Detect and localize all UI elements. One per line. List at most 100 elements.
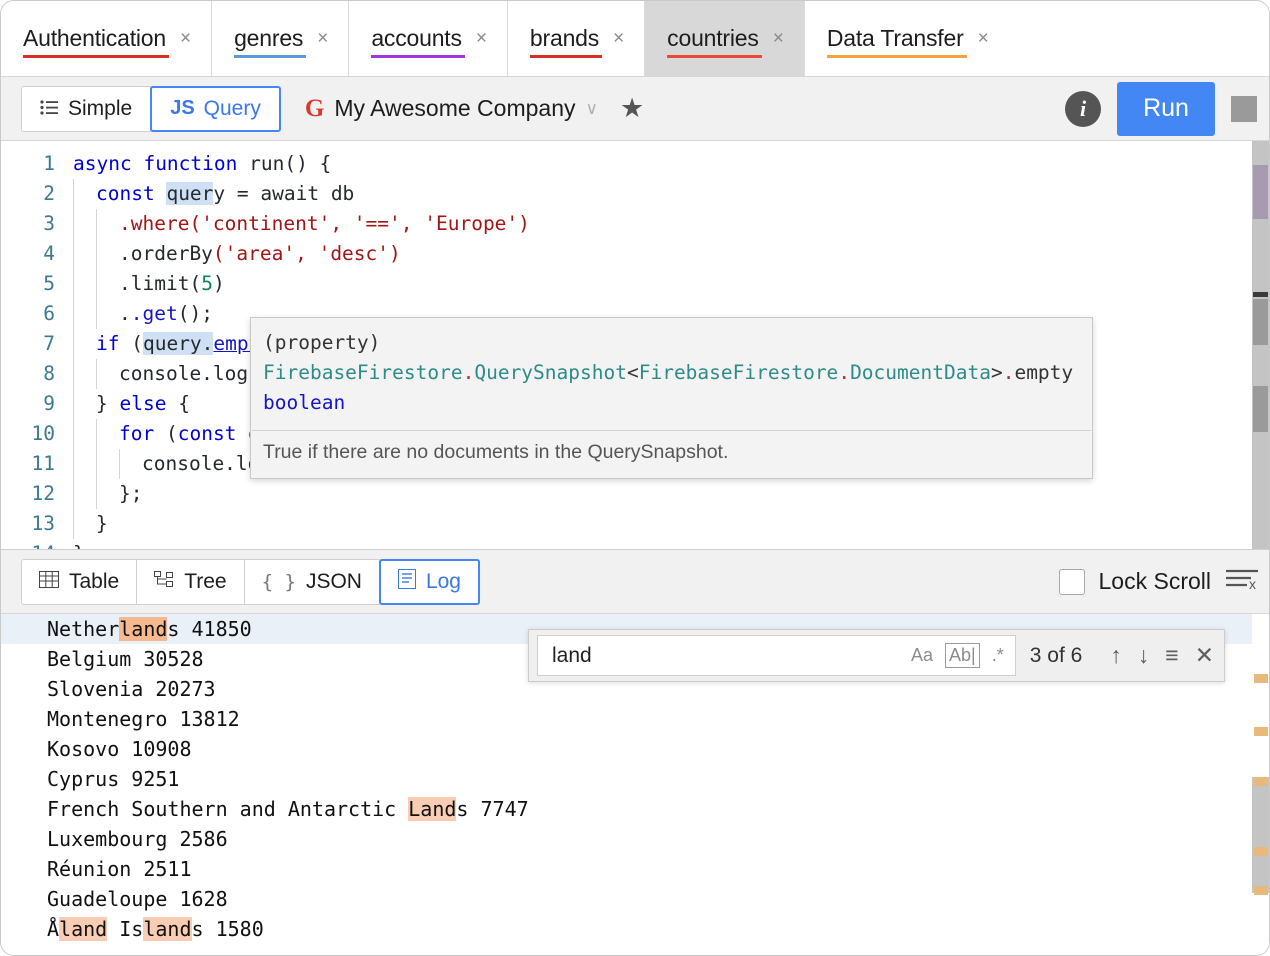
tooltip-token: empty xyxy=(1014,361,1074,384)
code-editor[interactable]: 1 async function run() { 2 const query = a… xyxy=(1,141,1269,550)
whole-word-icon[interactable]: Ab| xyxy=(945,642,980,669)
info-icon[interactable]: i xyxy=(1065,90,1101,127)
code-text[interactable]: }; xyxy=(73,479,142,509)
tab-genres[interactable]: genres × xyxy=(212,1,350,76)
log-text: Cyprus 9251 xyxy=(47,767,180,791)
run-button[interactable]: Run xyxy=(1117,81,1215,136)
code-text[interactable]: .limit(5) xyxy=(73,269,225,299)
close-icon[interactable]: × xyxy=(978,29,989,48)
tab-countries[interactable]: countries × xyxy=(645,1,805,76)
code-token: { xyxy=(166,392,190,415)
log-text: Guadeloupe 1628 xyxy=(47,887,228,911)
log-icon xyxy=(397,568,416,595)
log-text: Montenegro 13812 xyxy=(47,707,240,731)
code-token: . xyxy=(201,332,214,355)
select-all-matches-icon[interactable]: ≡ xyxy=(1165,644,1178,667)
code-text[interactable]: } xyxy=(73,509,108,539)
code-text[interactable]: ..get(); xyxy=(73,299,213,329)
mode-simple-button[interactable]: Simple xyxy=(21,85,152,132)
results-tab-label: Table xyxy=(69,569,120,593)
code-token: else xyxy=(119,392,167,415)
code-token: ) xyxy=(212,272,225,295)
clear-log-icon[interactable]: x xyxy=(1225,566,1259,597)
close-icon[interactable]: × xyxy=(773,29,784,48)
line-number: 12 xyxy=(31,482,55,505)
log-text: French Southern and Antarctic xyxy=(47,797,409,821)
code-token: continent', '==', 'Europe') xyxy=(212,212,530,235)
scrollbar-marker xyxy=(1253,386,1268,432)
line-number: 5 xyxy=(43,272,55,295)
close-icon[interactable]: × xyxy=(476,29,487,48)
code-token: .orderBy xyxy=(119,242,213,265)
log-text: Å xyxy=(47,917,60,941)
scrollbar-marker xyxy=(1253,165,1268,219)
code-line: 1 async function run() { xyxy=(1,149,1269,179)
code-text[interactable]: const query = await db xyxy=(73,179,354,209)
code-occurrence-highlight: quer xyxy=(166,182,214,205)
log-scrollbar-thumb[interactable] xyxy=(1252,777,1269,893)
braces-icon: { } xyxy=(261,570,296,593)
project-selector[interactable]: G My Awesome Company ∨ xyxy=(305,95,598,122)
results-tab-tree[interactable]: Tree xyxy=(136,558,245,605)
search-match: land xyxy=(59,917,108,941)
find-input-container[interactable]: Aa Ab| .* xyxy=(537,635,1016,676)
log-scrollbar[interactable] xyxy=(1252,614,1269,953)
tab-brands[interactable]: brands × xyxy=(507,1,646,76)
close-icon[interactable]: × xyxy=(180,29,191,48)
results-tab-table[interactable]: Table xyxy=(21,558,138,605)
tooltip-token: . xyxy=(1002,361,1015,384)
log-text: Kosovo 10908 xyxy=(47,737,192,761)
log-text: Belgium 30528 xyxy=(47,647,204,671)
line-number: 3 xyxy=(43,212,55,235)
log-text: Is xyxy=(107,917,144,941)
log-text: Nether xyxy=(47,617,120,641)
close-find-icon[interactable]: ✕ xyxy=(1195,644,1214,667)
code-text[interactable]: .orderBy('area', 'desc') xyxy=(73,239,401,269)
results-tab-log[interactable]: Log xyxy=(378,558,480,605)
tab-label: genres xyxy=(234,25,304,51)
stop-button[interactable] xyxy=(1231,95,1257,122)
close-icon[interactable]: × xyxy=(613,29,624,48)
log-line: Åland Islands 1580 xyxy=(1,914,1269,944)
code-token: .limit( xyxy=(119,272,202,295)
scrollbar-marker xyxy=(1253,299,1268,345)
tab-data-transfer[interactable]: Data Transfer × xyxy=(804,1,1009,76)
tab-accent-underline xyxy=(826,55,967,58)
match-count-label: 3 of 6 xyxy=(1029,643,1083,667)
match-case-icon[interactable]: Aa xyxy=(908,644,936,668)
line-number: 4 xyxy=(43,242,55,265)
tab-accounts[interactable]: accounts × xyxy=(349,1,508,76)
log-text: s 41850 xyxy=(167,617,252,641)
mode-js-query-button[interactable]: JS Query xyxy=(150,85,281,132)
log-line: Cyprus 9251 xyxy=(1,764,1269,794)
close-icon[interactable]: × xyxy=(317,29,328,48)
tab-accent-underline xyxy=(371,55,465,58)
tab-label: countries xyxy=(667,25,759,51)
lock-scroll-checkbox[interactable] xyxy=(1058,568,1085,595)
code-token: } xyxy=(96,512,108,535)
code-text[interactable]: .where('continent', '==', 'Europe') xyxy=(73,209,530,239)
code-text[interactable]: } else { xyxy=(73,389,190,419)
editor-scrollbar[interactable] xyxy=(1252,141,1269,549)
code-token: const xyxy=(177,422,237,445)
code-token: (); xyxy=(177,302,213,325)
tooltip-signature: (property) FirebaseFirestore.QuerySnapsh… xyxy=(251,318,1092,430)
code-token: function xyxy=(143,152,238,175)
code-line: 13} xyxy=(1,509,1269,539)
code-text[interactable]: async function run() { xyxy=(73,149,331,179)
results-tab-label: Log xyxy=(425,569,461,593)
chevron-down-icon[interactable]: ∨ xyxy=(586,99,598,119)
code-token: run() { xyxy=(237,152,332,175)
tab-label: brands xyxy=(529,25,600,51)
previous-match-icon[interactable]: ↑ xyxy=(1110,644,1122,667)
next-match-icon[interactable]: ↓ xyxy=(1138,644,1150,667)
regex-icon[interactable]: .* xyxy=(989,644,1007,668)
line-number: 7 xyxy=(43,332,55,355)
scrollbar-match-marker xyxy=(1254,727,1268,736)
tooltip-token: . xyxy=(462,361,475,384)
code-text[interactable]: } xyxy=(73,539,85,549)
tab-authentication[interactable]: Authentication × xyxy=(1,1,213,76)
results-tab-json[interactable]: { } JSON xyxy=(243,558,380,605)
search-input[interactable] xyxy=(552,643,899,668)
favorite-star-icon[interactable]: ★ xyxy=(620,95,644,122)
